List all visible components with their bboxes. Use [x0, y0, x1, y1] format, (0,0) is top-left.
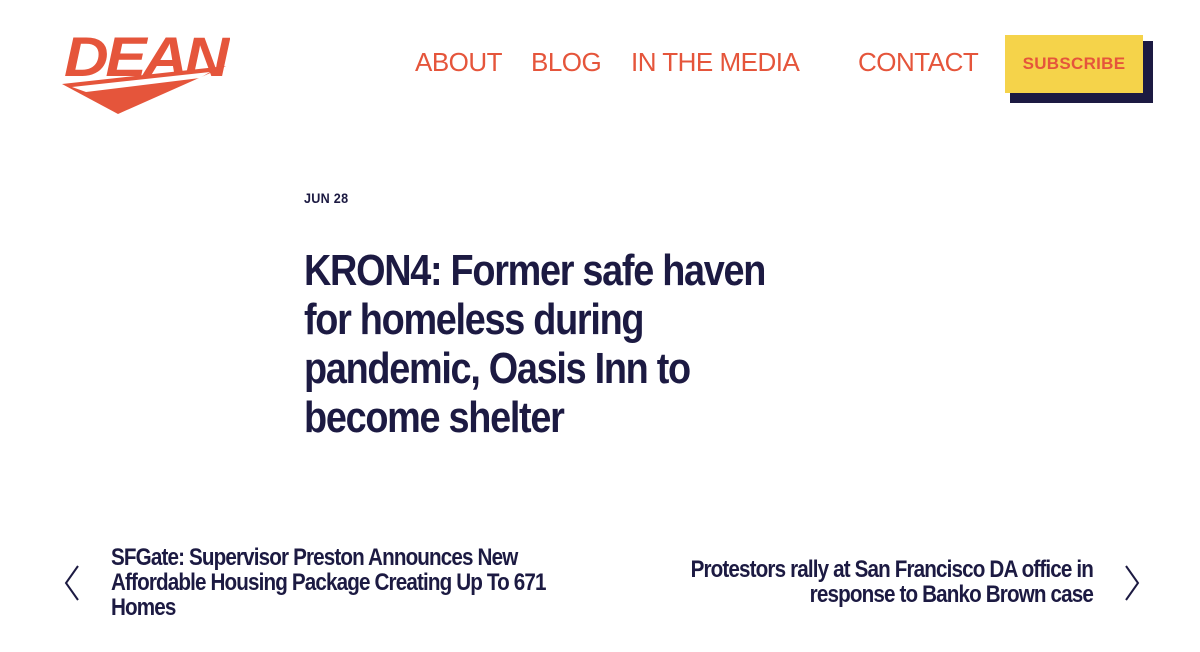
- dean-logo[interactable]: DEAN: [60, 24, 230, 116]
- post-title: KRON4: Former safe haven for homeless du…: [304, 246, 766, 442]
- nav-about[interactable]: ABOUT: [415, 44, 503, 80]
- nav-contact[interactable]: CONTACT: [858, 44, 979, 80]
- next-post-link[interactable]: Protestors rally at San Francisco DA off…: [606, 557, 1094, 607]
- dean-logo-icon: DEAN: [62, 25, 230, 114]
- nav-in-the-media[interactable]: IN THE MEDIA: [631, 44, 800, 80]
- chevron-right-icon[interactable]: [1122, 564, 1142, 602]
- nav-blog[interactable]: BLOG: [531, 44, 602, 80]
- subscribe-container: SUBSCRIBE: [1005, 35, 1153, 103]
- page: DEAN ABOUT BLOG IN THE MEDIA CONTACT SUB…: [0, 0, 1200, 652]
- chevron-left-icon[interactable]: [62, 564, 82, 602]
- subscribe-button[interactable]: SUBSCRIBE: [1005, 35, 1143, 93]
- post-date: JUN 28: [304, 190, 349, 206]
- prev-post-link[interactable]: SFGate: Supervisor Preston Announces New…: [111, 545, 550, 620]
